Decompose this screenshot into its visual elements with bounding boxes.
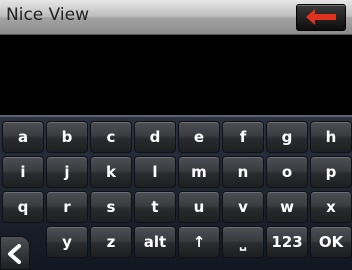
alt-key[interactable]: alt (134, 226, 176, 258)
title-bar: Nice View (0, 0, 352, 35)
key-l[interactable]: l (134, 156, 176, 188)
key-z[interactable]: z (90, 226, 132, 258)
key-m[interactable]: m (178, 156, 220, 188)
numbers-key[interactable]: 123 (266, 226, 308, 258)
key-n[interactable]: n (222, 156, 264, 188)
nav-back-button[interactable] (0, 236, 30, 270)
key-h[interactable]: h (310, 121, 352, 153)
key-t[interactable]: t (134, 191, 176, 223)
chevron-left-icon (8, 244, 21, 264)
back-button[interactable] (296, 4, 346, 31)
ok-key[interactable]: OK (310, 226, 352, 258)
key-e[interactable]: e (178, 121, 220, 153)
shift-key[interactable]: ↑ (178, 226, 220, 258)
key-u[interactable]: u (178, 191, 220, 223)
key-i[interactable]: i (2, 156, 44, 188)
key-q[interactable]: q (2, 191, 44, 223)
key-j[interactable]: j (46, 156, 88, 188)
key-r[interactable]: r (46, 191, 88, 223)
keyboard-screen: Nice View a b c d e f g h i j k l m n o p q r s t u v w x y z alt ↑… (0, 0, 352, 270)
key-f[interactable]: f (222, 121, 264, 153)
page-title: Nice View (6, 5, 89, 25)
key-x[interactable]: x (310, 191, 352, 223)
key-c[interactable]: c (90, 121, 132, 153)
text-entry-field[interactable] (0, 35, 352, 117)
key-g[interactable]: g (266, 121, 308, 153)
key-d[interactable]: d (134, 121, 176, 153)
arrow-left-icon (306, 9, 336, 25)
space-key[interactable]: ⎵ (222, 226, 264, 258)
key-s[interactable]: s (90, 191, 132, 223)
key-y[interactable]: y (46, 226, 88, 258)
key-k[interactable]: k (90, 156, 132, 188)
key-v[interactable]: v (222, 191, 264, 223)
key-p[interactable]: p (310, 156, 352, 188)
onscreen-keyboard: a b c d e f g h i j k l m n o p q r s t u v w x y z alt ↑ ⎵ 123 OK (0, 117, 352, 270)
key-b[interactable]: b (46, 121, 88, 153)
key-a[interactable]: a (2, 121, 44, 153)
key-w[interactable]: w (266, 191, 308, 223)
key-o[interactable]: o (266, 156, 308, 188)
